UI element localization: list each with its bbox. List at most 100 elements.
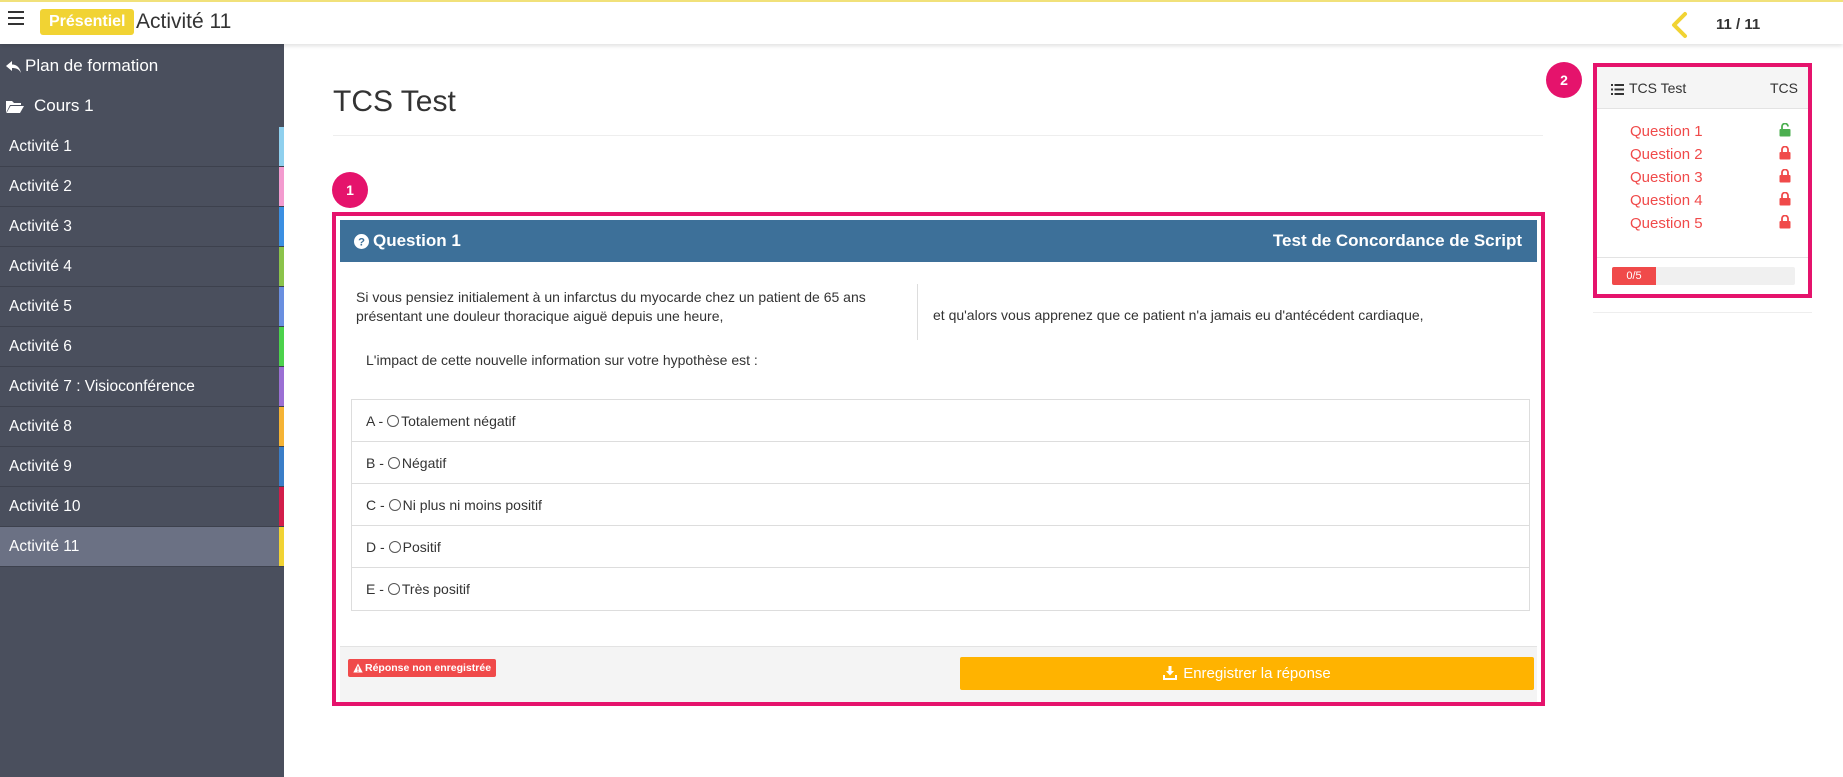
sidebar-item-activity[interactable]: Activité 11 [0,527,284,567]
activity-title: Activité 11 [136,10,232,33]
sidebar-item-activity[interactable]: Activité 1 [0,127,284,167]
back-label: Plan de formation [25,56,159,75]
navigator-type: TCS [1770,80,1798,96]
reply-arrow-icon [6,61,21,73]
save-answer-label: Enregistrer la réponse [1183,665,1331,682]
progress-fill: 0/5 [1612,267,1656,285]
activity-color-stripe [279,527,284,566]
option-label: Positif [402,539,441,555]
unlock-icon [1779,123,1791,137]
sidebar-item-label: Activité 7 : Visioconférence [9,378,195,395]
save-answer-button[interactable]: Enregistrer la réponse [960,657,1534,690]
sidebar-item-activity[interactable]: Activité 9 [0,447,284,487]
activity-color-stripe [279,487,284,526]
course-item[interactable]: Cours 1 [6,94,94,118]
sidebar-item-activity[interactable]: Activité 6 [0,327,284,367]
question-navigator-panel: TCS Test TCS Question 1 Question 2 Questio… [1593,63,1812,298]
lock-icon [1779,169,1791,183]
sidebar-item-label: Activité 3 [9,218,72,235]
option-letter: B - [366,455,384,471]
navigator-question-item[interactable]: Question 5 [1630,212,1800,235]
option-radio[interactable] [387,583,400,595]
sidebar-item-activity[interactable]: Activité 8 [0,407,284,447]
question-header: ? Question 1 Test de Concordance de Scri… [340,220,1537,262]
sidebar-item-label: Activité 9 [9,458,72,475]
sidebar-item-label: Activité 8 [9,418,72,435]
option-label: Très positif [401,581,470,597]
sidebar-item-activity[interactable]: Activité 10 [0,487,284,527]
question-label-wrap: ? Question 1 [354,220,461,262]
navigator-question-label: Question 4 [1630,192,1703,209]
page-counter: 11 / 11 [1716,16,1761,33]
warning-icon [353,663,363,673]
option-radio[interactable] [388,499,401,511]
hypothesis-text: Si vous pensiez initialement à un infarc… [356,289,866,324]
option-radio[interactable] [388,541,401,553]
activity-color-stripe [279,327,284,366]
option-radio[interactable] [387,415,400,427]
progress-bar: 0/5 [1612,267,1795,285]
answer-option[interactable]: E - Très positif [352,568,1529,610]
sidebar-item-label: Activité 6 [9,338,72,355]
navigator-question-label: Question 5 [1630,215,1703,232]
top-bar: Présentiel Activité 11 11 / 11 [0,0,1843,44]
sidebar-item-label: Activité 10 [9,498,81,515]
question-type: Test de Concordance de Script [1272,231,1522,250]
course-label: Cours 1 [34,96,94,115]
sidebar: Plan de formation Cours 1 Activité 1 Acti… [0,44,284,777]
panel-underline [1593,312,1812,313]
navigator-title-wrap: TCS Test [1611,67,1686,109]
navigator-question-label: Question 2 [1630,146,1703,163]
sidebar-item-activity[interactable]: Activité 3 [0,207,284,247]
answer-option[interactable]: B - Négatif [352,442,1529,484]
annotation-marker-2: 2 [1546,62,1582,98]
option-letter: A - [366,413,384,429]
lock-icon [1779,146,1791,160]
option-letter: E - [366,581,384,597]
activity-color-stripe [279,287,284,326]
impact-prompt: L'impact de cette nouvelle information s… [366,352,758,368]
sidebar-item-activity[interactable]: Activité 4 [0,247,284,287]
unsaved-warning-badge: Réponse non enregistrée [348,659,497,677]
download-icon [1163,666,1178,680]
activity-list: Activité 1 Activité 2 Activité 3 Activité 4… [0,127,284,567]
option-radio[interactable] [387,457,400,469]
navigator-header: TCS Test TCS [1597,67,1808,109]
previous-arrow-icon[interactable] [1668,11,1690,39]
sidebar-item-activity[interactable]: Activité 7 : Visioconférence [0,367,284,407]
question-label: Question 1 [373,231,461,250]
stem-divider [917,284,918,340]
sidebar-item-label: Activité 2 [9,178,72,195]
activity-color-stripe [279,127,284,166]
sidebar-item-activity[interactable]: Activité 2 [0,167,284,207]
lock-icon [1779,215,1791,229]
answer-option[interactable]: A - Totalement négatif [352,400,1529,442]
question-card: ? Question 1 Test de Concordance de Scri… [332,212,1545,706]
title-divider [333,135,1543,136]
activity-color-stripe [279,247,284,286]
sidebar-item-label: Activité 5 [9,298,72,315]
answer-option[interactable]: C - Ni plus ni moins positif [352,484,1529,526]
option-label: Négatif [401,455,447,471]
list-icon [1611,84,1624,95]
answer-option[interactable]: D - Positif [352,526,1529,568]
navigator-question-item[interactable]: Question 1 [1630,120,1800,143]
warning-label: Réponse non enregistrée [365,662,492,674]
navigator-question-item[interactable]: Question 2 [1630,143,1800,166]
mode-badge: Présentiel [40,9,135,35]
menu-icon[interactable] [8,11,24,27]
option-letter: D - [366,539,385,555]
navigator-question-item[interactable]: Question 4 [1630,189,1800,212]
sidebar-item-activity[interactable]: Activité 5 [0,287,284,327]
back-to-plan-link[interactable]: Plan de formation [6,54,158,78]
navigator-divider [1597,257,1808,258]
activity-color-stripe [279,167,284,206]
new-information-text: et qu'alors vous apprenez que ce patient… [933,307,1424,323]
option-label: Totalement négatif [401,413,516,429]
page-title: TCS Test [333,85,456,118]
folder-open-icon [6,101,24,113]
svg-text:?: ? [358,237,365,249]
answer-options: A - Totalement négatif B - Négatif C - Ni plu… [351,399,1530,611]
navigator-question-item[interactable]: Question 3 [1630,166,1800,189]
activity-color-stripe [279,367,284,406]
